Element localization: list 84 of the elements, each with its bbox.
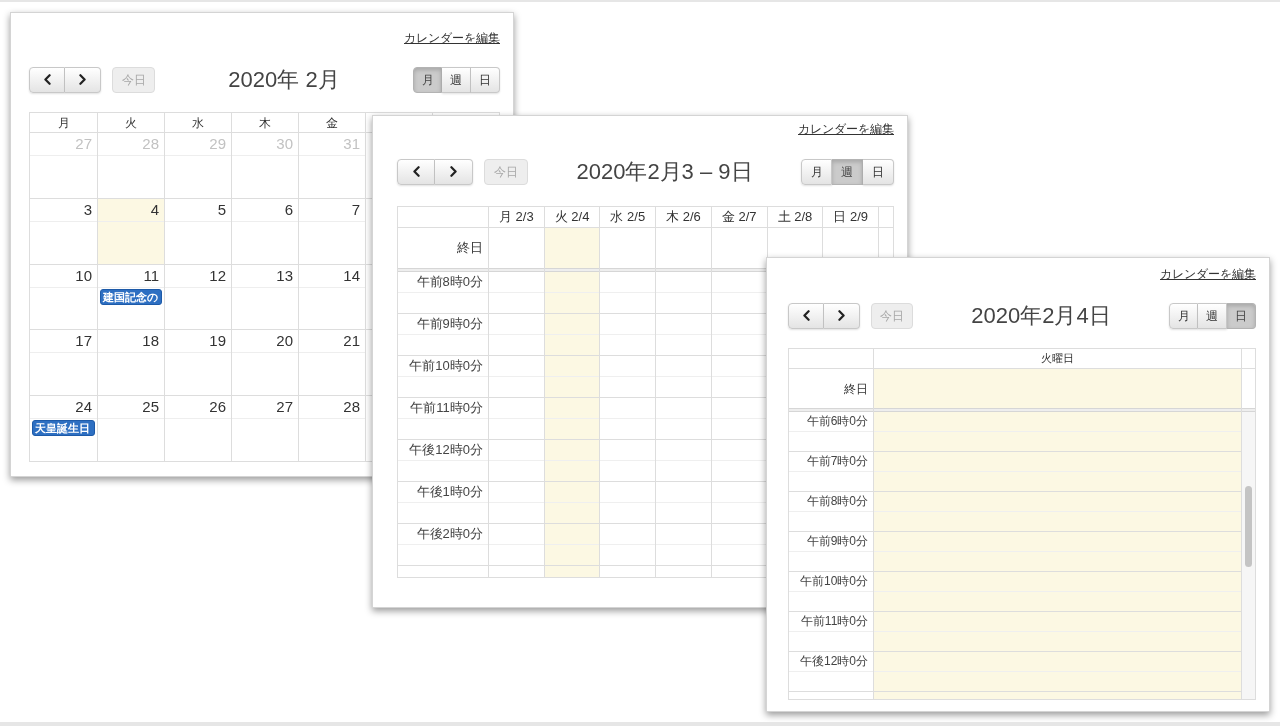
day-number: 29 bbox=[209, 135, 226, 153]
time-label: 午後12時0分 bbox=[409, 441, 483, 459]
day-number: 25 bbox=[142, 398, 159, 417]
next-button[interactable] bbox=[65, 66, 101, 93]
view-tab[interactable]: 月 bbox=[801, 158, 832, 185]
day-column-header: 水 2/5 bbox=[599, 207, 656, 227]
view-tab[interactable]: 月 bbox=[413, 66, 442, 93]
time-label: 午前9時0分 bbox=[806, 533, 868, 550]
day-number: 17 bbox=[75, 332, 92, 351]
day-column-header: 月 2/3 bbox=[488, 207, 544, 227]
day-number: 5 bbox=[217, 200, 226, 219]
day-column-header: 日 2/9 bbox=[822, 207, 878, 227]
day-number: 3 bbox=[83, 200, 92, 219]
day-number: 6 bbox=[284, 200, 293, 219]
chevron-right-icon bbox=[838, 310, 845, 321]
day-number: 4 bbox=[150, 200, 159, 219]
day-number: 12 bbox=[209, 266, 226, 285]
view-tab[interactable]: 週 bbox=[1198, 302, 1227, 329]
weekday-header: 水 bbox=[164, 113, 231, 132]
view-tab[interactable]: 日 bbox=[471, 66, 500, 93]
edit-calendar-link[interactable]: カレンダーを編集 bbox=[404, 30, 500, 46]
time-label: 午後12時0分 bbox=[799, 653, 868, 670]
day-column-header: 火曜日 bbox=[873, 349, 1241, 368]
day-column-header: 土 2/8 bbox=[766, 207, 823, 227]
previous-button[interactable] bbox=[788, 302, 824, 329]
edit-calendar-link[interactable]: カレンダーを編集 bbox=[798, 121, 894, 137]
day-number: 14 bbox=[343, 266, 360, 285]
day-number: 21 bbox=[343, 332, 360, 351]
day-column-header: 火 2/4 bbox=[543, 207, 600, 227]
chevron-left-icon bbox=[802, 310, 810, 321]
time-label: 午前6時0分 bbox=[806, 413, 868, 430]
calendar-title: 2020年2月4日 bbox=[971, 302, 1111, 329]
edit-calendar-link[interactable]: カレンダーを編集 bbox=[1160, 266, 1256, 282]
next-button[interactable] bbox=[824, 302, 860, 329]
time-label: 午前8時0分 bbox=[806, 493, 868, 510]
view-tab[interactable]: 週 bbox=[832, 158, 863, 185]
view-tab[interactable]: 日 bbox=[1227, 302, 1256, 329]
day-number: 24 bbox=[75, 398, 92, 417]
all-day-label: 終日 bbox=[844, 380, 868, 398]
time-label: 午前9時0分 bbox=[416, 315, 483, 333]
calendar-title: 2020年 2月 bbox=[228, 66, 340, 93]
day-number: 18 bbox=[142, 332, 159, 351]
event-chip[interactable]: 建国記念の bbox=[100, 288, 162, 305]
chevron-left-icon bbox=[43, 74, 51, 85]
time-label: 午前11時0分 bbox=[410, 399, 483, 417]
weekday-header: 木 bbox=[231, 113, 298, 132]
day-column-header: 木 2/6 bbox=[655, 207, 711, 227]
weekday-header: 月 bbox=[56, 114, 71, 132]
next-button[interactable] bbox=[435, 158, 473, 185]
time-label: 午前10時0分 bbox=[799, 573, 868, 590]
time-label: 午後1時0分 bbox=[416, 483, 483, 501]
time-label: 午前11時0分 bbox=[800, 613, 868, 630]
day-number: 7 bbox=[351, 200, 360, 219]
day-number: 13 bbox=[276, 266, 293, 285]
day-number: 28 bbox=[142, 135, 159, 153]
day-number: 28 bbox=[343, 398, 360, 417]
all-day-label: 終日 bbox=[457, 239, 483, 258]
time-label: 午前7時0分 bbox=[806, 453, 868, 470]
time-label: 午前8時0分 bbox=[416, 273, 483, 291]
day-number: 30 bbox=[276, 135, 293, 153]
day-number: 31 bbox=[343, 135, 360, 153]
chevron-left-icon bbox=[412, 166, 420, 177]
chevron-right-icon bbox=[450, 166, 457, 177]
calendar-title: 2020年2月3 – 9日 bbox=[576, 158, 753, 185]
weekday-header: 金 bbox=[298, 113, 365, 132]
day-column-header: 金 2/7 bbox=[710, 207, 767, 227]
scrollbar-thumb[interactable] bbox=[1245, 486, 1252, 567]
view-tab[interactable]: 月 bbox=[1169, 302, 1198, 329]
day-number: 20 bbox=[276, 332, 293, 351]
time-label: 午前10時0分 bbox=[409, 357, 483, 375]
view-tab[interactable]: 週 bbox=[442, 66, 471, 93]
weekday-header: 火 bbox=[97, 113, 164, 132]
day-number: 19 bbox=[209, 332, 226, 351]
day-number: 27 bbox=[75, 135, 92, 153]
day-number: 27 bbox=[276, 398, 293, 417]
previous-button[interactable] bbox=[397, 158, 435, 185]
chevron-right-icon bbox=[79, 74, 86, 85]
day-number: 26 bbox=[209, 398, 226, 417]
day-number: 11 bbox=[143, 266, 159, 285]
time-label: 午後2時0分 bbox=[416, 525, 483, 543]
view-tab[interactable]: 日 bbox=[863, 158, 894, 185]
event-chip[interactable]: 天皇誕生日 bbox=[32, 420, 95, 437]
previous-button[interactable] bbox=[29, 66, 65, 93]
day-number: 10 bbox=[75, 266, 92, 285]
